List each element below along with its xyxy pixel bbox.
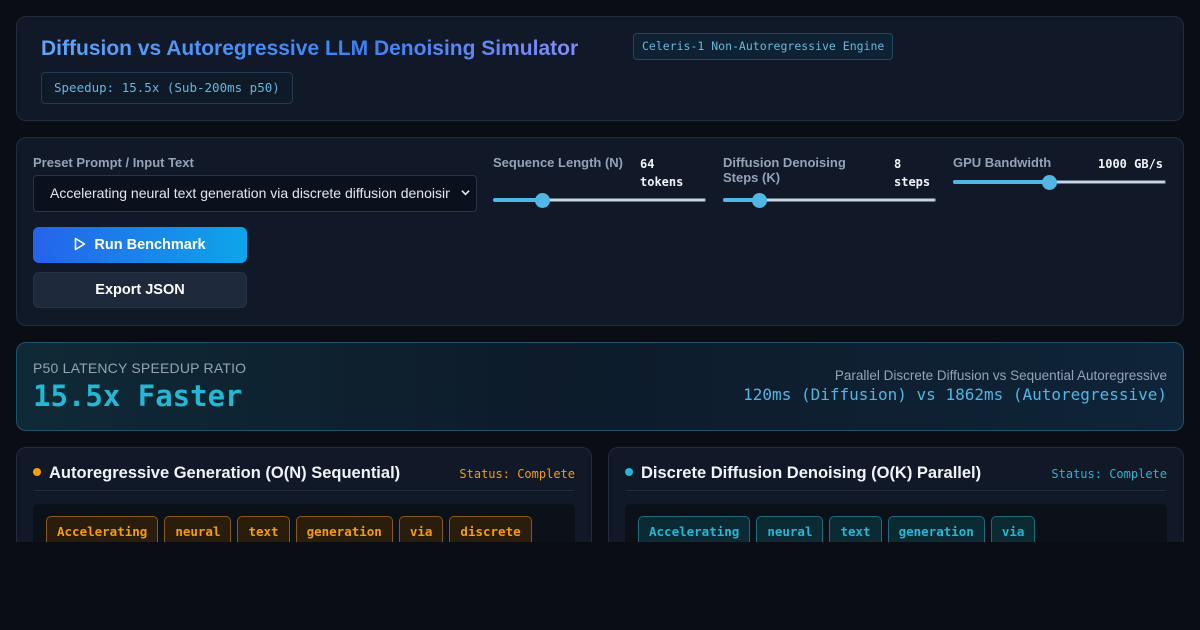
ar-panel-title-text: Autoregressive Generation (O(N) Sequenti… bbox=[49, 464, 401, 482]
slider-fill bbox=[953, 180, 1049, 184]
header-panel: Diffusion vs Autoregressive LLM Denoisin… bbox=[16, 16, 1184, 121]
hero-value: 15.5x Faster bbox=[33, 379, 243, 413]
diff-token: Accelerating bbox=[638, 516, 751, 542]
export-json-button[interactable]: Export JSON bbox=[33, 272, 247, 308]
ar-panel-title: Autoregressive Generation (O(N) Sequenti… bbox=[33, 464, 400, 483]
status-dot-icon bbox=[33, 468, 41, 476]
hero-subtitle: Parallel Discrete Diffusion vs Sequentia… bbox=[834, 368, 1167, 383]
engine-badge: Celeris-1 Non-Autoregressive Engine bbox=[633, 33, 894, 60]
diff-token: text bbox=[829, 516, 882, 542]
controls-panel: Preset Prompt / Input Text Accelerating … bbox=[16, 137, 1184, 326]
bandwidth-label: GPU Bandwidth bbox=[953, 155, 1052, 170]
ar-token-area: Accelerating neural text generation via discr… bbox=[33, 504, 575, 542]
divider bbox=[33, 490, 575, 491]
ar-token: neural bbox=[164, 516, 232, 542]
autoregressive-panel: Autoregressive Generation (O(N) Sequenti… bbox=[16, 447, 592, 542]
divider bbox=[625, 490, 1167, 491]
seq-length-slider[interactable] bbox=[493, 193, 706, 208]
play-icon bbox=[75, 237, 86, 251]
slider-thumb[interactable] bbox=[1041, 175, 1057, 190]
diff-token: neural bbox=[756, 516, 824, 542]
viewport: Diffusion vs Autoregressive LLM Denoisin… bbox=[0, 0, 1200, 542]
diff-token-list: Accelerating neural text generation via bbox=[638, 516, 1036, 542]
ar-status: Status: Complete bbox=[459, 467, 575, 481]
diff-panel-title-text: Discrete Diffusion Denoising (O(K) Paral… bbox=[641, 464, 982, 482]
diff-status: Status: Complete bbox=[1051, 467, 1167, 481]
slider-thumb[interactable] bbox=[534, 193, 550, 208]
hero-label: P50 LATENCY SPEEDUP RATIO bbox=[33, 360, 247, 376]
seq-length-label: Sequence Length (N) bbox=[493, 155, 624, 170]
speedup-badge: Speedup: 15.5x (Sub-200ms p50) bbox=[41, 72, 293, 104]
ar-token-list: Accelerating neural text generation via discr… bbox=[46, 516, 532, 542]
bandwidth-value: 1000 GB/s bbox=[1098, 157, 1164, 171]
prompt-select[interactable]: Accelerating neural text generation via … bbox=[33, 175, 477, 212]
steps-label: Diffusion Denoising Steps (K) bbox=[723, 155, 846, 185]
ar-token: via bbox=[398, 516, 444, 542]
ar-token: text bbox=[237, 516, 290, 542]
bandwidth-slider[interactable] bbox=[953, 175, 1166, 190]
run-benchmark-label: Run Benchmark bbox=[94, 237, 206, 253]
diff-panel-title: Discrete Diffusion Denoising (O(K) Paral… bbox=[625, 464, 981, 483]
steps-value: 8 steps bbox=[894, 157, 931, 189]
ar-token: discrete bbox=[449, 516, 532, 542]
chevron-down-icon bbox=[461, 190, 470, 196]
run-benchmark-button[interactable]: Run Benchmark bbox=[33, 227, 247, 263]
seq-length-value: 64 tokens bbox=[640, 157, 684, 189]
diff-token: via bbox=[990, 516, 1036, 542]
ar-token: generation bbox=[295, 516, 393, 542]
slider-thumb[interactable] bbox=[752, 193, 768, 208]
steps-slider[interactable] bbox=[723, 193, 936, 208]
prompt-label: Preset Prompt / Input Text bbox=[33, 155, 194, 170]
page-title: Diffusion vs Autoregressive LLM Denoisin… bbox=[41, 37, 579, 60]
hero-detail: 120ms (Diffusion) vs 1862ms (Autoregress… bbox=[743, 385, 1167, 404]
ar-token: Accelerating bbox=[46, 516, 159, 542]
diff-token: generation bbox=[887, 516, 985, 542]
diffusion-panel: Discrete Diffusion Denoising (O(K) Paral… bbox=[608, 447, 1184, 542]
prompt-select-value: Accelerating neural text generation via … bbox=[50, 185, 450, 201]
speedup-hero: P50 LATENCY SPEEDUP RATIO 15.5x Faster P… bbox=[16, 342, 1184, 431]
diff-token-area: Accelerating neural text generation via bbox=[625, 504, 1167, 542]
status-dot-icon bbox=[625, 468, 633, 476]
